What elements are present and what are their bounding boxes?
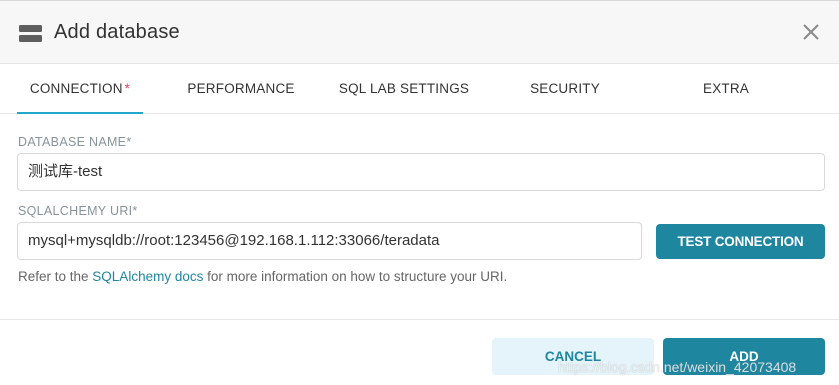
sqlalchemy-docs-link[interactable]: SQLAlchemy docs [92,269,203,284]
tab-sql-lab-settings[interactable]: SQL LAB SETTINGS [330,64,478,114]
tab-connection[interactable]: CONNECTION * [17,64,143,114]
sqlalchemy-uri-label: SQLALCHEMY URI* [18,204,138,218]
helper-suffix: for more information on how to structure… [203,269,508,284]
tab-bar: CONNECTION * PERFORMANCE SQL LAB SETTINGS… [0,64,839,114]
database-name-input[interactable]: 测试库-test [17,153,825,191]
tab-sql-lab-settings-label: SQL LAB SETTINGS [338,81,470,96]
helper-prefix: Refer to the [18,269,93,284]
tab-extra-label: EXTRA [702,81,749,96]
database-icon [19,25,42,43]
tab-connection-label: CONNECTION [29,81,123,96]
tab-security-label: SECURITY [530,81,600,96]
tab-security[interactable]: SECURITY [515,64,615,114]
tab-performance-label: PERFORMANCE [187,81,295,96]
add-database-modal: Add database CONNECTION * PERFORMANCE SQL… [0,0,839,385]
modal-title: Add database [54,21,180,43]
footer-divider [0,319,839,320]
add-button[interactable]: ADD [663,338,825,375]
required-mark: * [124,81,131,96]
close-icon[interactable] [800,21,822,43]
cancel-button[interactable]: CANCEL [492,338,654,375]
uri-helper-text: Refer to the SQLAlchemy docs for more in… [18,269,507,284]
database-name-label: DATABASE NAME* [18,135,132,149]
modal-header: Add database [0,1,839,64]
test-connection-button[interactable]: TEST CONNECTION [656,224,825,259]
tab-extra[interactable]: EXTRA [690,64,762,114]
tab-performance[interactable]: PERFORMANCE [180,64,302,114]
sqlalchemy-uri-input[interactable]: mysql+mysqldb://root:123456@192.168.1.11… [17,222,642,260]
